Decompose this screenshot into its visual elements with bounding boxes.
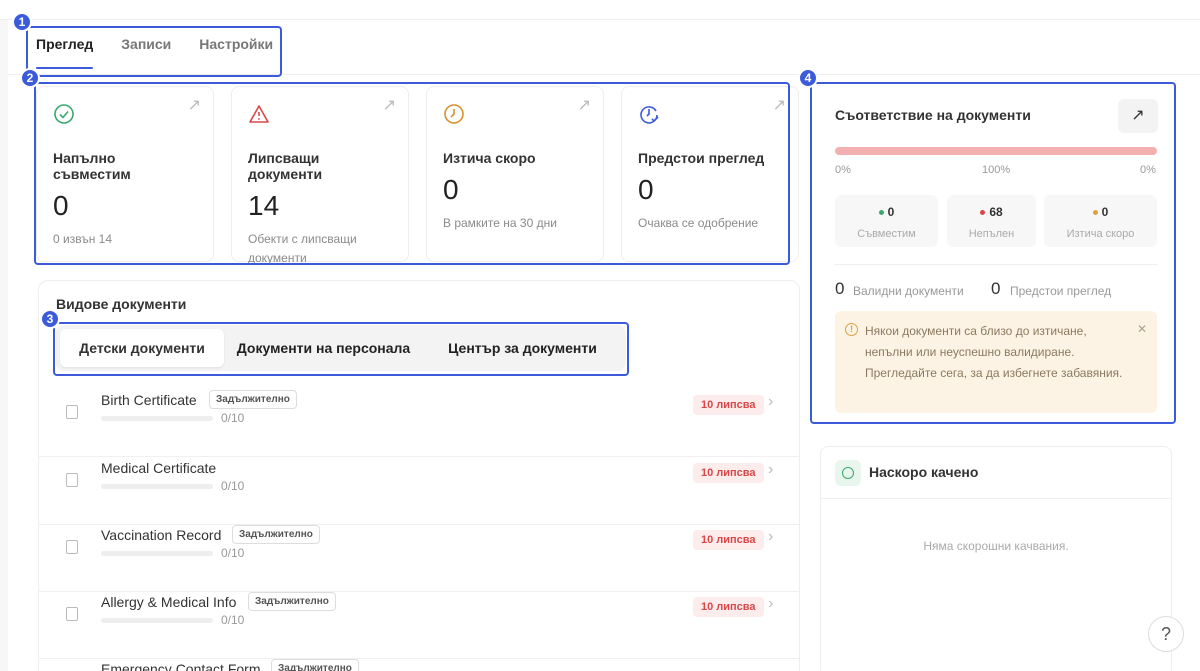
chevron-right-icon[interactable]: › bbox=[768, 528, 773, 546]
progress-bar bbox=[101, 484, 213, 489]
annotation-badge-4: 4 bbox=[798, 68, 818, 88]
chevron-right-icon[interactable]: › bbox=[768, 461, 773, 479]
recent-divider bbox=[820, 498, 1172, 499]
missing-badge: 10 липсва bbox=[693, 597, 764, 617]
document-types-title: Видове документи bbox=[56, 296, 187, 312]
missing-badge: 10 липсва bbox=[693, 530, 764, 550]
required-badge: Задължително bbox=[209, 390, 297, 409]
document-count: 0/10 bbox=[221, 479, 245, 493]
annotation-box-3 bbox=[53, 322, 629, 376]
file-icon bbox=[66, 473, 78, 487]
annotation-badge-3: 3 bbox=[40, 309, 60, 329]
document-count: 0/10 bbox=[221, 613, 245, 627]
progress-bar bbox=[101, 416, 213, 421]
required-badge: Задължително bbox=[248, 592, 336, 611]
annotation-badge-2: 2 bbox=[20, 68, 40, 88]
progress-bar bbox=[101, 618, 213, 623]
document-row[interactable]: Allergy & Medical Info Задължително 0/10… bbox=[38, 592, 800, 659]
document-row[interactable]: Medical Certificate 0/10 10 липсва › bbox=[38, 458, 800, 525]
annotation-box-4 bbox=[810, 82, 1176, 424]
annotation-box-1 bbox=[26, 26, 282, 77]
document-row[interactable]: Birth Certificate Задължително 0/10 10 л… bbox=[38, 390, 800, 457]
document-name: Medical Certificate bbox=[101, 460, 217, 476]
chevron-right-icon[interactable]: › bbox=[768, 595, 773, 613]
document-name: Vaccination Record bbox=[101, 527, 222, 543]
document-row[interactable]: Emergency Contact Form Задължително bbox=[38, 659, 800, 671]
file-icon bbox=[66, 607, 78, 621]
chevron-right-icon[interactable]: › bbox=[768, 393, 773, 411]
top-bar bbox=[0, 0, 1200, 20]
document-name: Allergy & Medical Info bbox=[101, 594, 237, 610]
document-count: 0/10 bbox=[221, 546, 245, 560]
required-badge: Задължително bbox=[232, 525, 320, 544]
file-icon bbox=[66, 405, 78, 419]
document-name: Birth Certificate bbox=[101, 392, 197, 408]
annotation-box-2 bbox=[34, 82, 790, 265]
file-icon bbox=[66, 540, 78, 554]
missing-badge: 10 липсва bbox=[693, 395, 764, 415]
annotation-badge-1: 1 bbox=[12, 12, 32, 32]
recent-uploads-title: Наскоро качено bbox=[869, 464, 979, 480]
document-name: Emergency Contact Form bbox=[101, 661, 261, 671]
document-row[interactable]: Vaccination Record Задължително 0/10 10 … bbox=[38, 525, 800, 592]
progress-bar bbox=[101, 551, 213, 556]
missing-badge: 10 липсва bbox=[693, 463, 764, 483]
document-count: 0/10 bbox=[221, 411, 245, 425]
required-badge: Задължително bbox=[271, 659, 359, 671]
upload-check-icon bbox=[835, 460, 861, 486]
recent-empty-state: Няма скорошни качвания. bbox=[923, 539, 1069, 553]
help-button[interactable]: ? bbox=[1148, 616, 1184, 652]
